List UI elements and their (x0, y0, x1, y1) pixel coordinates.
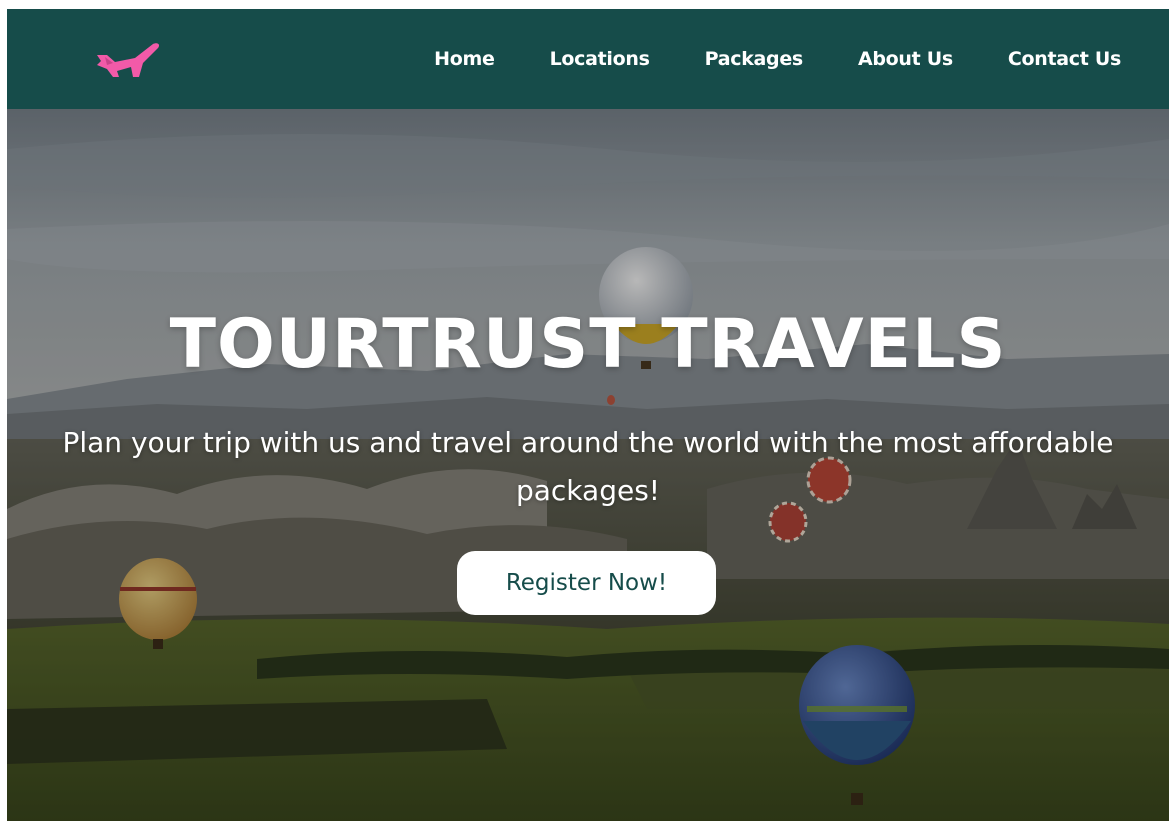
nav-item-packages: Packages (705, 48, 804, 70)
hero-subtitle: Plan your trip with us and travel around… (62, 426, 1114, 507)
nav-item-home: Home (434, 48, 495, 70)
hero-title: TOURTRUST TRAVELS (169, 305, 1007, 384)
nav-item-locations: Locations (550, 48, 650, 70)
nav-link-contact-us[interactable]: Contact Us (1008, 48, 1121, 70)
nav-link-home[interactable]: Home (434, 48, 495, 70)
nav-links: Home Locations Packages About Us Contact… (379, 9, 1121, 109)
hero-section: TOURTRUST TRAVELS Plan your trip with us… (7, 109, 1169, 821)
navbar: Home Locations Packages About Us Contact… (7, 9, 1169, 109)
register-now-button[interactable]: Register Now! (457, 551, 716, 615)
nav-link-packages[interactable]: Packages (705, 48, 804, 70)
nav-item-about-us: About Us (858, 48, 953, 70)
hero-content: TOURTRUST TRAVELS Plan your trip with us… (7, 109, 1169, 821)
page-frame: Home Locations Packages About Us Contact… (7, 9, 1169, 821)
airplane-icon[interactable] (95, 41, 161, 79)
nav-link-about-us[interactable]: About Us (858, 48, 953, 70)
nav-link-locations[interactable]: Locations (550, 48, 650, 70)
nav-item-contact-us: Contact Us (1008, 48, 1121, 70)
